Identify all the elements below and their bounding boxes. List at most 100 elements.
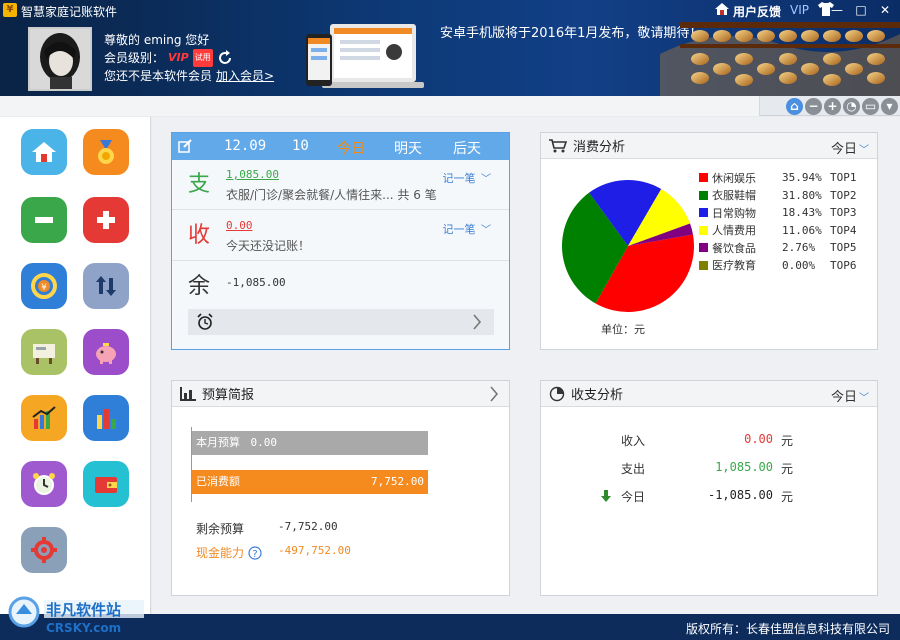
svg-text:?: ?	[252, 549, 257, 560]
greeting-text: 尊敬的 eming 您好	[104, 33, 210, 47]
expense-row: 支出 1,085.00 元	[541, 460, 877, 480]
app-title: 智慧家庭记账软件	[21, 5, 118, 19]
income-expense-period-select[interactable]: 今日 ﹀	[831, 386, 869, 405]
sidebar-stats-button[interactable]	[83, 395, 129, 441]
pie-legend: 休闲娱乐 35.94% TOP1 衣服鞋帽 31.80% TOP2 日常购物 18.43% TO…	[699, 169, 879, 274]
legend-rank: TOP3	[830, 206, 857, 220]
toolbar-spacer	[0, 96, 760, 116]
income-amount[interactable]: 0.00	[226, 219, 253, 232]
today-row-label: 今日	[621, 490, 646, 504]
alarm-row[interactable]	[188, 309, 494, 335]
alarm-clock-icon	[33, 473, 55, 495]
cash-row: 现金能力 ?	[196, 544, 262, 561]
spent-label: 已消费额	[196, 475, 240, 488]
legend-swatch	[699, 225, 708, 235]
unit-label: 单位：元	[601, 323, 645, 336]
help-icon[interactable]: ?	[248, 545, 262, 560]
date-tab-tomorrow[interactable]: 明天	[394, 138, 422, 158]
legend-percent: 2.76%	[782, 241, 816, 255]
legend-rank: TOP5	[830, 241, 857, 255]
record-expense-button[interactable]: 记一笔 ﹀	[443, 170, 492, 186]
income-row-value: 0.00	[744, 432, 773, 446]
legend-swatch	[699, 260, 708, 270]
bar-chart-icon	[32, 406, 56, 429]
chevron-down-icon: ﹀	[481, 225, 491, 236]
expense-entry: 支 1,085.00 衣服/门诊/聚会就餐/人情往来... 共 6 笔 记一笔 …	[172, 160, 509, 210]
join-member-link[interactable]: 加入会员>	[216, 67, 274, 85]
legend-percent: 18.43%	[782, 206, 822, 220]
income-entry: 收 0.00 今天还没记账！ 记一笔 ﹀	[172, 211, 509, 261]
copyright-text: 版权所有：长春佳盟信息科技有限公司	[685, 622, 890, 636]
consumption-period-select[interactable]: 今日 ﹀	[831, 138, 869, 157]
today-row-unit: 元	[781, 490, 794, 504]
chevron-right-icon[interactable]	[489, 386, 499, 402]
sidebar-income-button[interactable]	[83, 197, 129, 243]
refresh-icon[interactable]	[217, 50, 233, 66]
chevron-down-icon: ﹀	[481, 174, 491, 185]
home-view-icon[interactable]: ⌂	[786, 98, 803, 115]
balance-entry: 余 -1,085.00	[172, 262, 509, 306]
sidebar-savings-button[interactable]	[83, 329, 129, 375]
sidebar-transfer-button[interactable]: ¥	[21, 263, 67, 309]
date-tab-1[interactable]: 10	[292, 138, 309, 154]
watermark-domain: CRSKY.com	[46, 621, 121, 635]
sidebar-expense-button[interactable]	[21, 197, 67, 243]
alarm-clock-icon	[197, 313, 213, 330]
consumption-pie-chart	[562, 180, 694, 312]
sidebar-home-button[interactable]	[21, 129, 67, 175]
chevron-down-icon: ﹀	[859, 145, 869, 156]
gear-icon	[31, 537, 57, 563]
pie-chart-icon	[549, 386, 565, 401]
expense-row-value: 1,085.00	[715, 460, 773, 474]
dropdown-icon[interactable]: ▾	[881, 98, 898, 115]
legend-swatch	[699, 243, 708, 253]
legend-percent: 31.80%	[782, 188, 822, 202]
sidebar-medal-button[interactable]	[83, 129, 129, 175]
sidebar-account-button[interactable]	[21, 329, 67, 375]
consumption-title: 消费分析	[573, 140, 626, 155]
date-tab-after-tomorrow[interactable]: 后天	[453, 138, 481, 158]
legend-percent: 0.00%	[782, 258, 816, 272]
sidebar-sort-button[interactable]	[83, 263, 129, 309]
svg-text:¥: ¥	[41, 283, 47, 293]
sidebar-alarm-button[interactable]	[21, 461, 67, 507]
date-bar: 12.09 10 今日 明天 后天	[172, 133, 509, 160]
legend-label: 餐饮食品	[712, 241, 756, 255]
legend-rank: TOP6	[830, 258, 857, 272]
panel-collapse-icon[interactable]: ▭	[862, 98, 879, 115]
statistics-icon	[97, 409, 116, 429]
edit-icon[interactable]	[178, 139, 192, 153]
legend-label: 医疗教育	[712, 259, 756, 273]
chevron-right-icon[interactable]	[472, 314, 482, 330]
remaining-value: -7,752.00	[278, 520, 338, 533]
trial-badge: 试用	[192, 49, 213, 67]
record-income-label: 记一笔	[442, 223, 476, 236]
medal-icon	[98, 140, 114, 164]
balance-char: 余	[188, 274, 211, 299]
date-tab-0[interactable]: 12.09	[224, 138, 266, 154]
sidebar-settings-button[interactable]	[21, 527, 67, 573]
legend-label: 衣服鞋帽	[712, 189, 756, 203]
abacus-banner-image	[660, 22, 900, 96]
legend-swatch	[699, 173, 708, 183]
banner-devices-image	[306, 24, 424, 88]
not-member-text: 您还不是本软件会员	[104, 69, 213, 83]
consumption-header: 消费分析 今日 ﹀	[541, 133, 877, 159]
remaining-label: 剩余预算	[196, 522, 245, 536]
chart-quick-icon[interactable]: ◔	[843, 98, 860, 115]
avatar-image	[30, 29, 90, 89]
sidebar-wallet-button[interactable]	[83, 461, 129, 507]
date-tab-today[interactable]: 今日	[337, 138, 365, 158]
sidebar-report-button[interactable]	[21, 395, 67, 441]
expense-amount[interactable]: 1,085.00	[226, 168, 279, 181]
legend-percent: 35.94%	[782, 171, 822, 185]
member-level-label: 会员级别：	[104, 51, 165, 65]
legend-percent: 11.06%	[782, 223, 822, 237]
record-income-button[interactable]: 记一笔 ﹀	[443, 221, 492, 237]
app-header: ¥ 智慧家庭记账软件 用户反馈 VIP — □ ✕ 尊敬的 eming 您好 会…	[0, 0, 900, 96]
legend-item: 人情费用 11.06% TOP4	[699, 222, 879, 240]
expense-quick-icon[interactable]: −	[805, 98, 822, 115]
income-quick-icon[interactable]: +	[824, 98, 841, 115]
legend-item: 餐饮食品 2.76% TOP5	[699, 239, 879, 257]
avatar[interactable]	[28, 27, 92, 91]
